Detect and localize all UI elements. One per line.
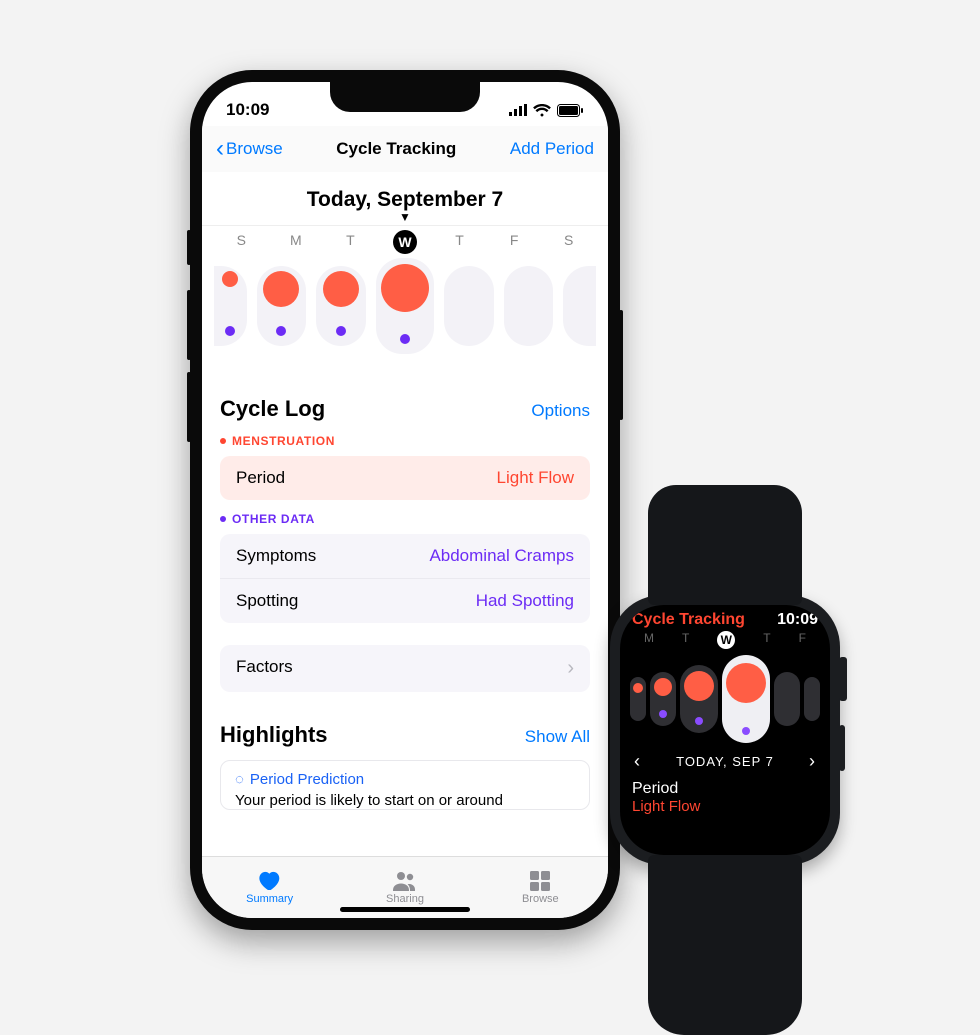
cellular-icon <box>509 104 527 116</box>
add-period-button[interactable]: Add Period <box>510 139 594 159</box>
watch-day-pill[interactable] <box>630 677 646 721</box>
weekday-fri[interactable]: F <box>502 232 526 254</box>
watch-day[interactable]: M <box>644 631 654 649</box>
chevron-right-icon[interactable]: › <box>809 751 816 772</box>
tab-bar: Summary Sharing Browse <box>202 856 608 918</box>
content-area: Today, September 7 ▼ S M T W T F S <box>202 172 608 856</box>
spotting-label: Spotting <box>236 591 298 611</box>
day-pill[interactable] <box>504 266 554 346</box>
spotting-row[interactable]: Spotting Had Spotting <box>220 578 590 623</box>
symptoms-row[interactable]: Symptoms Abdominal Cramps <box>220 534 590 578</box>
day-pill[interactable] <box>257 266 307 346</box>
page-title: Cycle Tracking <box>336 139 456 159</box>
watch-title: Cycle Tracking <box>632 611 745 629</box>
wifi-icon <box>533 104 551 117</box>
back-label: Browse <box>226 139 283 159</box>
notch <box>330 82 480 112</box>
date-header: Today, September 7 ▼ <box>202 172 608 225</box>
watch-day[interactable]: T <box>763 631 770 649</box>
watch-period-value: Light Flow <box>632 798 818 815</box>
cycle-log-section: Cycle Log Options MENSTRUATION Period Li… <box>202 374 608 696</box>
watch-band-top <box>648 485 802 605</box>
highlights-section: Highlights Show All <box>202 696 608 752</box>
weekday-tue[interactable]: T <box>338 232 362 254</box>
prediction-title: Period Prediction <box>250 771 364 788</box>
factors-label: Factors <box>236 657 293 680</box>
spotting-value: Had Spotting <box>476 591 574 611</box>
weekday-mon[interactable]: M <box>284 232 308 254</box>
cycle-pills[interactable] <box>202 264 608 374</box>
symptoms-label: Symptoms <box>236 546 316 566</box>
period-row[interactable]: Period Light Flow <box>220 456 590 500</box>
watch-band-bottom <box>648 855 802 1035</box>
day-pill-today[interactable] <box>376 258 434 354</box>
watch-day-pill[interactable] <box>804 677 820 721</box>
back-button[interactable]: ‹ Browse <box>216 135 283 163</box>
chevron-left-icon[interactable]: ‹ <box>634 751 641 772</box>
watch-pills[interactable] <box>630 653 820 745</box>
period-value: Light Flow <box>497 468 574 488</box>
watch-day-selected[interactable]: W <box>717 631 735 649</box>
weekday-wed-selected[interactable]: W <box>393 230 417 254</box>
grid-icon <box>527 870 553 892</box>
watch-day-pill-today[interactable] <box>722 655 771 743</box>
today-label: Today, September 7 <box>202 188 608 212</box>
period-label: Period <box>236 468 285 488</box>
factors-row[interactable]: Factors › <box>220 645 590 692</box>
tab-browse-label: Browse <box>522 893 559 905</box>
tab-summary[interactable]: Summary <box>202 857 337 918</box>
battery-icon <box>557 104 584 117</box>
watch-weekdays: M T W T F <box>630 631 820 649</box>
chevron-left-icon: ‹ <box>216 135 224 163</box>
highlights-title: Highlights <box>220 722 328 748</box>
watch-time: 10:09 <box>777 611 818 629</box>
options-button[interactable]: Options <box>531 401 590 421</box>
weekday-thu[interactable]: T <box>448 232 472 254</box>
weekday-sun[interactable]: S <box>229 232 253 254</box>
watch-day-pill[interactable] <box>650 672 676 726</box>
watch-date: TODAY, SEP 7 <box>676 754 774 769</box>
tab-sharing-label: Sharing <box>386 893 424 905</box>
day-pill[interactable] <box>563 266 596 346</box>
prediction-card[interactable]: ◌ Period Prediction Your period is likely… <box>220 760 590 810</box>
watch-footer[interactable]: Period Light Flow <box>630 780 820 815</box>
tab-browse[interactable]: Browse <box>473 857 608 918</box>
iphone-screen: 10:09 ‹ Browse Cycle Tracking Add Period… <box>202 82 608 918</box>
watch-device: Cycle Tracking 10:09 M T W T F ‹ TODAY, … <box>610 595 840 865</box>
watch-day[interactable]: F <box>799 631 806 649</box>
symptoms-value: Abdominal Cramps <box>429 546 574 566</box>
cycle-log-title: Cycle Log <box>220 396 325 422</box>
nav-bar: ‹ Browse Cycle Tracking Add Period <box>202 126 608 172</box>
prediction-desc: Your period is likely to start on or aro… <box>235 792 575 809</box>
other-data-label: OTHER DATA <box>220 512 590 526</box>
day-pill[interactable] <box>316 266 366 346</box>
watch-day[interactable]: T <box>682 631 689 649</box>
prediction-icon: ◌ <box>235 771 244 788</box>
watch-period-label: Period <box>632 780 818 798</box>
show-all-button[interactable]: Show All <box>525 727 590 747</box>
people-icon <box>392 870 418 892</box>
today-marker-icon: ▼ <box>202 214 608 221</box>
watch-screen: Cycle Tracking 10:09 M T W T F ‹ TODAY, … <box>620 605 830 855</box>
side-button[interactable] <box>839 725 845 771</box>
heart-icon <box>257 870 283 892</box>
chevron-right-icon: › <box>567 657 574 680</box>
watch-day-pill[interactable] <box>680 665 718 733</box>
digital-crown[interactable] <box>839 657 847 701</box>
watch-day-pill[interactable] <box>774 672 800 726</box>
tab-summary-label: Summary <box>246 893 293 905</box>
watch-date-nav: ‹ TODAY, SEP 7 › <box>630 751 820 772</box>
iphone-device: 10:09 ‹ Browse Cycle Tracking Add Period… <box>190 70 620 930</box>
status-time: 10:09 <box>226 100 269 120</box>
weekday-sat[interactable]: S <box>557 232 581 254</box>
day-pill[interactable] <box>214 266 247 346</box>
day-pill[interactable] <box>444 266 494 346</box>
menstruation-label: MENSTRUATION <box>220 434 590 448</box>
home-indicator[interactable] <box>340 907 470 912</box>
